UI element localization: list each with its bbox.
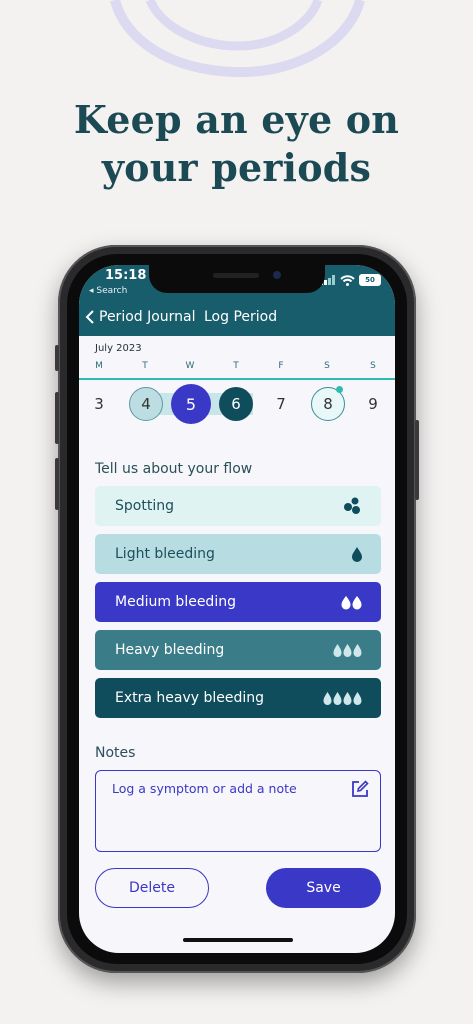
headline: Keep an eye on your periods <box>0 96 473 192</box>
edit-icon[interactable] <box>350 779 370 799</box>
delete-button[interactable]: Delete <box>95 868 209 908</box>
day-5-selected[interactable]: 5 <box>171 384 211 424</box>
notes-input[interactable]: Log a symptom or add a note <box>95 770 381 852</box>
day-4[interactable]: 4 <box>129 387 163 421</box>
volume-up-button <box>55 392 59 444</box>
one-drop-icon <box>352 547 362 562</box>
spotting-icon <box>344 497 360 514</box>
status-icons: 50 <box>320 274 381 286</box>
flow-option-label: Medium bleeding <box>115 594 236 610</box>
notes-label: Notes <box>95 745 136 761</box>
back-button-label: Period Journal <box>99 309 196 325</box>
flow-option-label: Extra heavy bleeding <box>115 690 265 706</box>
save-button[interactable]: Save <box>266 868 381 908</box>
flow-option-heavy[interactable]: Heavy bleeding <box>95 630 381 670</box>
day-9[interactable]: 9 <box>356 387 390 421</box>
weekday-label: T <box>233 361 239 371</box>
volume-down-button <box>55 458 59 510</box>
two-drops-icon <box>341 596 362 610</box>
flow-option-label: Heavy bleeding <box>115 642 225 658</box>
calendar-weekdays: M T W T F S S <box>79 361 395 373</box>
day-3[interactable]: 3 <box>82 387 116 421</box>
four-drops-icon <box>323 692 362 705</box>
flow-option-extra-heavy[interactable]: Extra heavy bleeding <box>95 678 381 718</box>
back-button[interactable]: Period Journal <box>85 309 196 325</box>
power-button <box>415 420 419 500</box>
chevron-left-icon <box>85 310 94 324</box>
day-8-indicator-dot <box>336 386 343 393</box>
flow-option-light[interactable]: Light bleeding <box>95 534 381 574</box>
week-divider <box>79 378 395 380</box>
calendar-days: 3 4 5 6 7 8 9 <box>79 383 395 425</box>
weekday-label: M <box>95 361 103 371</box>
weekday-label: T <box>142 361 148 371</box>
back-to-search-link[interactable]: ◂ Search <box>89 286 127 296</box>
notch <box>149 265 325 293</box>
status-time: 15:18 <box>105 268 147 283</box>
flow-option-spotting[interactable]: Spotting <box>95 486 381 526</box>
notes-placeholder: Log a symptom or add a note <box>112 781 297 796</box>
flow-option-label: Spotting <box>115 498 174 514</box>
weekday-label: S <box>370 361 376 371</box>
app-screen: 15:18 ◂ Search 50 Period Journal Log Per… <box>79 265 395 953</box>
page-title: Log Period <box>204 309 278 325</box>
mute-switch <box>55 345 59 371</box>
headline-line-1: Keep an eye on <box>73 97 400 142</box>
day-6[interactable]: 6 <box>219 387 253 421</box>
home-indicator <box>183 938 293 942</box>
three-drops-icon <box>333 644 362 657</box>
day-7[interactable]: 7 <box>264 387 298 421</box>
weekday-label: S <box>324 361 330 371</box>
flow-section-label: Tell us about your flow <box>95 461 253 477</box>
flow-option-medium[interactable]: Medium bleeding <box>95 582 381 622</box>
flow-option-label: Light bleeding <box>115 546 215 562</box>
weekday-label: F <box>278 361 284 371</box>
wifi-icon <box>340 274 355 286</box>
weekday-label: W <box>185 361 195 371</box>
battery-icon: 50 <box>359 274 381 286</box>
calendar-month: July 2023 <box>95 343 142 354</box>
headline-line-2: your periods <box>101 145 372 190</box>
